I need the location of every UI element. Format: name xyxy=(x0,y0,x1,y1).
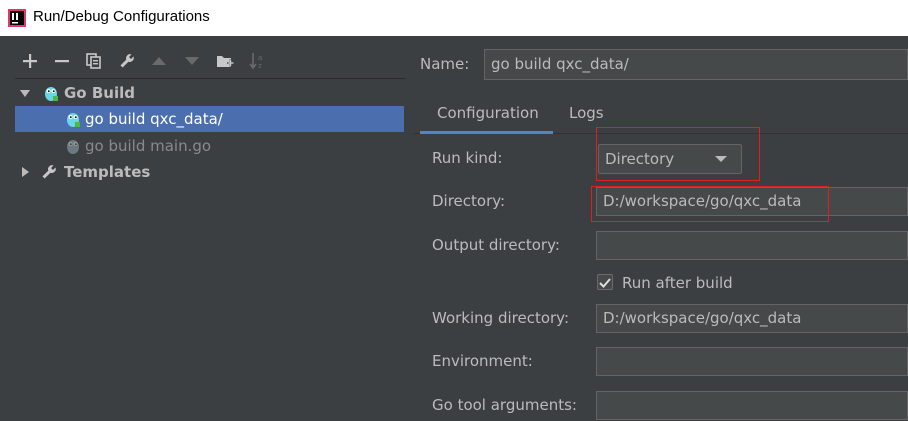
run-after-build-label[interactable]: Run after build xyxy=(622,274,733,292)
collapse-arrow-icon[interactable] xyxy=(19,159,31,185)
run-after-build-checkbox[interactable] xyxy=(597,274,613,290)
tree-node-label: Go Build xyxy=(64,84,135,102)
title-bar: Run/Debug Configurations xyxy=(0,0,908,36)
output-directory-label: Output directory: xyxy=(432,236,560,254)
gopher-icon xyxy=(67,113,80,127)
expand-arrow-icon[interactable] xyxy=(19,80,31,106)
svg-text:a: a xyxy=(258,54,262,62)
checkmark-icon xyxy=(599,278,611,288)
output-directory-field[interactable] xyxy=(596,231,908,260)
go-tool-arguments-field[interactable] xyxy=(596,391,908,420)
add-button[interactable] xyxy=(19,49,41,73)
annotation-box xyxy=(591,186,829,222)
move-up-icon xyxy=(152,57,166,65)
new-folder-icon xyxy=(217,56,234,67)
configurations-tree: Go Build go build qxc_data/ go build mai… xyxy=(15,78,406,421)
working-directory-field[interactable]: D:/workspace/go/qxc_data xyxy=(596,304,908,333)
move-up-button[interactable] xyxy=(148,49,170,73)
tree-item-label: go build qxc_data/ xyxy=(85,110,223,128)
move-down-icon xyxy=(185,57,199,65)
svg-text:z: z xyxy=(258,62,262,70)
directory-label: Directory: xyxy=(432,192,506,210)
remove-button[interactable] xyxy=(51,49,73,73)
environment-label: Environment: xyxy=(432,352,533,370)
copy-button[interactable] xyxy=(83,49,105,73)
copy-icon xyxy=(86,53,101,69)
sort-icon: az xyxy=(249,53,262,70)
tab-configuration[interactable]: Configuration xyxy=(420,94,553,134)
name-field[interactable]: go build qxc_data/ xyxy=(484,49,908,80)
name-label: Name: xyxy=(420,55,470,73)
edit-templates-button[interactable] xyxy=(116,49,138,73)
wrench-icon xyxy=(120,54,134,68)
window-title: Run/Debug Configurations xyxy=(33,8,210,25)
annotation-box xyxy=(596,127,760,181)
go-tool-arguments-label: Go tool arguments: xyxy=(432,396,577,414)
wrench-icon xyxy=(42,165,56,179)
gopher-temporary-icon xyxy=(67,140,79,154)
environment-field[interactable] xyxy=(596,347,908,376)
configuration-form: Name: go build qxc_data/ Configuration L… xyxy=(414,36,908,421)
working-directory-label: Working directory: xyxy=(432,309,570,327)
new-folder-button[interactable] xyxy=(214,49,236,73)
tree-item-config[interactable]: go build qxc_data/ xyxy=(15,106,404,132)
sort-button[interactable]: az xyxy=(247,49,269,73)
run-kind-label: Run kind: xyxy=(432,149,503,167)
tree-node-label: Templates xyxy=(64,163,151,181)
tree-item-label: go build main.go xyxy=(85,137,212,155)
tree-node-templates[interactable]: Templates xyxy=(15,159,404,185)
tree-node-go-build[interactable]: Go Build xyxy=(15,80,404,106)
configurations-toolbar: az xyxy=(0,49,406,73)
gopher-icon xyxy=(45,87,58,101)
add-icon xyxy=(23,54,37,68)
remove-icon xyxy=(55,60,69,63)
intellij-icon xyxy=(8,9,26,27)
configurations-panel: az Go Build go build qxc_data/ go build … xyxy=(0,36,406,421)
move-down-button[interactable] xyxy=(181,49,203,73)
tree-item-config[interactable]: go build main.go xyxy=(15,133,404,159)
splitter[interactable] xyxy=(406,36,414,421)
